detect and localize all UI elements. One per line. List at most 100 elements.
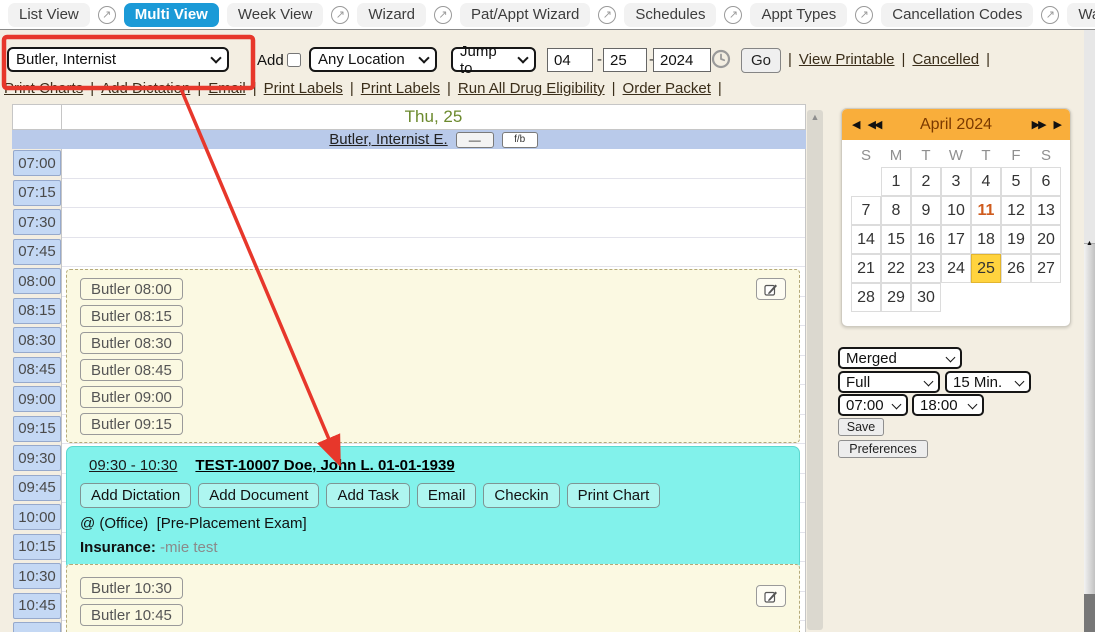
schedule-row[interactable] bbox=[62, 149, 805, 179]
edit-slot-button[interactable] bbox=[756, 278, 786, 300]
edit-slot-button[interactable] bbox=[756, 585, 786, 607]
appointment-patient-link[interactable]: TEST-10007 Doe, John L. 01-01-1939 bbox=[195, 457, 454, 474]
add-document-button[interactable]: Add Document bbox=[198, 483, 319, 508]
calendar-day-4[interactable]: 4 bbox=[971, 167, 1001, 196]
calendar-day-28[interactable]: 28 bbox=[851, 283, 881, 312]
action-link-email[interactable]: Email bbox=[208, 80, 246, 97]
calendar-day-1[interactable]: 1 bbox=[881, 167, 911, 196]
action-link-print-labels[interactable]: Print Labels bbox=[264, 80, 343, 97]
calendar-day-23[interactable]: 23 bbox=[911, 254, 941, 283]
calendar-day-13[interactable]: 13 bbox=[1031, 196, 1061, 225]
email-button[interactable]: Email bbox=[417, 483, 477, 508]
end-time-select[interactable]: 18:00 bbox=[912, 394, 984, 416]
calendar-day-25[interactable]: 25 bbox=[971, 254, 1001, 283]
date-month-input[interactable]: 04 bbox=[547, 48, 593, 72]
calendar-day-19[interactable]: 19 bbox=[1001, 225, 1031, 254]
action-link-run-all-drug-eligibility[interactable]: Run All Drug Eligibility bbox=[458, 80, 605, 97]
calendar-day-22[interactable]: 22 bbox=[881, 254, 911, 283]
calendar-day-5[interactable]: 5 bbox=[1001, 167, 1031, 196]
scroll-up-icon[interactable]: ▲ bbox=[1084, 240, 1095, 247]
checkin-button[interactable]: Checkin bbox=[483, 483, 559, 508]
calendar-day-7[interactable]: 7 bbox=[851, 196, 881, 225]
external-link-icon[interactable]: ↗ bbox=[598, 6, 616, 24]
preferences-button[interactable]: Preferences bbox=[838, 440, 928, 458]
provider-select[interactable]: Butler, Internist bbox=[7, 47, 229, 72]
schedule-row[interactable] bbox=[62, 179, 805, 209]
window-scrollbar[interactable]: ▲ bbox=[1084, 30, 1095, 632]
date-year-input[interactable]: 2024 bbox=[653, 48, 711, 72]
action-link-order-packet[interactable]: Order Packet bbox=[623, 80, 711, 97]
schedule-row[interactable] bbox=[62, 208, 805, 238]
size-select[interactable]: Full bbox=[838, 371, 940, 393]
tab-list-view[interactable]: List View bbox=[8, 3, 90, 27]
open-slot-button-butler-08-45[interactable]: Butler 08:45 bbox=[80, 359, 183, 381]
schedule-scrollbar[interactable]: ▲ bbox=[807, 110, 823, 630]
go-button[interactable]: Go bbox=[741, 48, 781, 73]
open-slot-button-butler-08-15[interactable]: Butler 08:15 bbox=[80, 305, 183, 327]
next-day-icon[interactable]: ▶ bbox=[1054, 118, 1060, 131]
open-slot-button-butler-08-00[interactable]: Butler 08:00 bbox=[80, 278, 183, 300]
calendar-day-6[interactable]: 6 bbox=[1031, 167, 1061, 196]
calendar-day-21[interactable]: 21 bbox=[851, 254, 881, 283]
add-task-button[interactable]: Add Task bbox=[326, 483, 409, 508]
view-printable-link[interactable]: View Printable bbox=[799, 51, 895, 68]
collapse-column-button[interactable]: — bbox=[456, 132, 494, 148]
calendar-day-2[interactable]: 2 bbox=[911, 167, 941, 196]
calendar-day-3[interactable]: 3 bbox=[941, 167, 971, 196]
add-dictation-button[interactable]: Add Dictation bbox=[80, 483, 191, 508]
open-slot-button-butler-09-15[interactable]: Butler 09:15 bbox=[80, 413, 183, 435]
front-back-button[interactable]: f/b bbox=[502, 132, 538, 148]
calendar-day-16[interactable]: 16 bbox=[911, 225, 941, 254]
tab-week-view[interactable]: Week View bbox=[227, 3, 323, 27]
open-slot-button-butler-09-00[interactable]: Butler 09:00 bbox=[80, 386, 183, 408]
tab-wait[interactable]: Wait bbox=[1067, 3, 1095, 27]
prev-month-icon[interactable]: ◀◀ bbox=[867, 118, 880, 131]
calendar-day-8[interactable]: 8 bbox=[881, 196, 911, 225]
add-checkbox[interactable] bbox=[287, 53, 301, 67]
prev-day-icon[interactable]: ◀ bbox=[852, 118, 858, 131]
provider-link[interactable]: Butler, Internist E. bbox=[329, 131, 447, 148]
tab-cancellation-codes[interactable]: Cancellation Codes bbox=[881, 3, 1033, 27]
calendar-day-24[interactable]: 24 bbox=[941, 254, 971, 283]
calendar-day-15[interactable]: 15 bbox=[881, 225, 911, 254]
external-link-icon[interactable]: ↗ bbox=[434, 6, 452, 24]
next-month-icon[interactable]: ▶▶ bbox=[1032, 118, 1045, 131]
external-link-icon[interactable]: ↗ bbox=[855, 6, 873, 24]
appointment-card[interactable]: 09:30 - 10:30 TEST-10007 Doe, John L. 01… bbox=[66, 446, 800, 570]
external-link-icon[interactable]: ↗ bbox=[331, 6, 349, 24]
action-link-print-charts[interactable]: Print Charts bbox=[4, 80, 83, 97]
scroll-up-icon[interactable]: ▲ bbox=[807, 110, 823, 125]
tab-appt-types[interactable]: Appt Types bbox=[750, 3, 847, 27]
schedule-row[interactable] bbox=[62, 238, 805, 268]
open-slot-button-butler-10-30[interactable]: Butler 10:30 bbox=[80, 577, 183, 599]
tab-pat-appt-wizard[interactable]: Pat/Appt Wizard bbox=[460, 3, 590, 27]
calendar-day-11[interactable]: 11 bbox=[971, 196, 1001, 225]
appointment-time-link[interactable]: 09:30 - 10:30 bbox=[89, 457, 177, 474]
calendar-day-29[interactable]: 29 bbox=[881, 283, 911, 312]
calendar-day-20[interactable]: 20 bbox=[1031, 225, 1061, 254]
calendar-day-30[interactable]: 30 bbox=[911, 283, 941, 312]
action-link-add-dictation[interactable]: Add Dictation bbox=[101, 80, 190, 97]
interval-select[interactable]: 15 Min. bbox=[945, 371, 1031, 393]
date-day-input[interactable]: 25 bbox=[603, 48, 647, 72]
calendar-day-17[interactable]: 17 bbox=[941, 225, 971, 254]
external-link-icon[interactable]: ↗ bbox=[98, 6, 116, 24]
cancelled-link[interactable]: Cancelled bbox=[912, 51, 979, 68]
open-slot-button-butler-10-45[interactable]: Butler 10:45 bbox=[80, 604, 183, 626]
calendar-day-10[interactable]: 10 bbox=[941, 196, 971, 225]
open-slot-button-butler-08-30[interactable]: Butler 08:30 bbox=[80, 332, 183, 354]
action-link-print-labels[interactable]: Print Labels bbox=[361, 80, 440, 97]
print-chart-button[interactable]: Print Chart bbox=[567, 483, 661, 508]
jump-to-select[interactable]: Jump to bbox=[451, 47, 536, 72]
calendar-day-27[interactable]: 27 bbox=[1031, 254, 1061, 283]
calendar-day-9[interactable]: 9 bbox=[911, 196, 941, 225]
tab-schedules[interactable]: Schedules bbox=[624, 3, 716, 27]
calendar-day-26[interactable]: 26 bbox=[1001, 254, 1031, 283]
clock-icon[interactable] bbox=[710, 49, 731, 70]
calendar-day-14[interactable]: 14 bbox=[851, 225, 881, 254]
tab-multi-view[interactable]: Multi View bbox=[124, 3, 219, 27]
location-select[interactable]: Any Location bbox=[309, 47, 437, 72]
merge-mode-select[interactable]: Merged bbox=[838, 347, 962, 369]
start-time-select[interactable]: 07:00 bbox=[838, 394, 908, 416]
scrollbar-thumb[interactable] bbox=[1084, 30, 1095, 244]
